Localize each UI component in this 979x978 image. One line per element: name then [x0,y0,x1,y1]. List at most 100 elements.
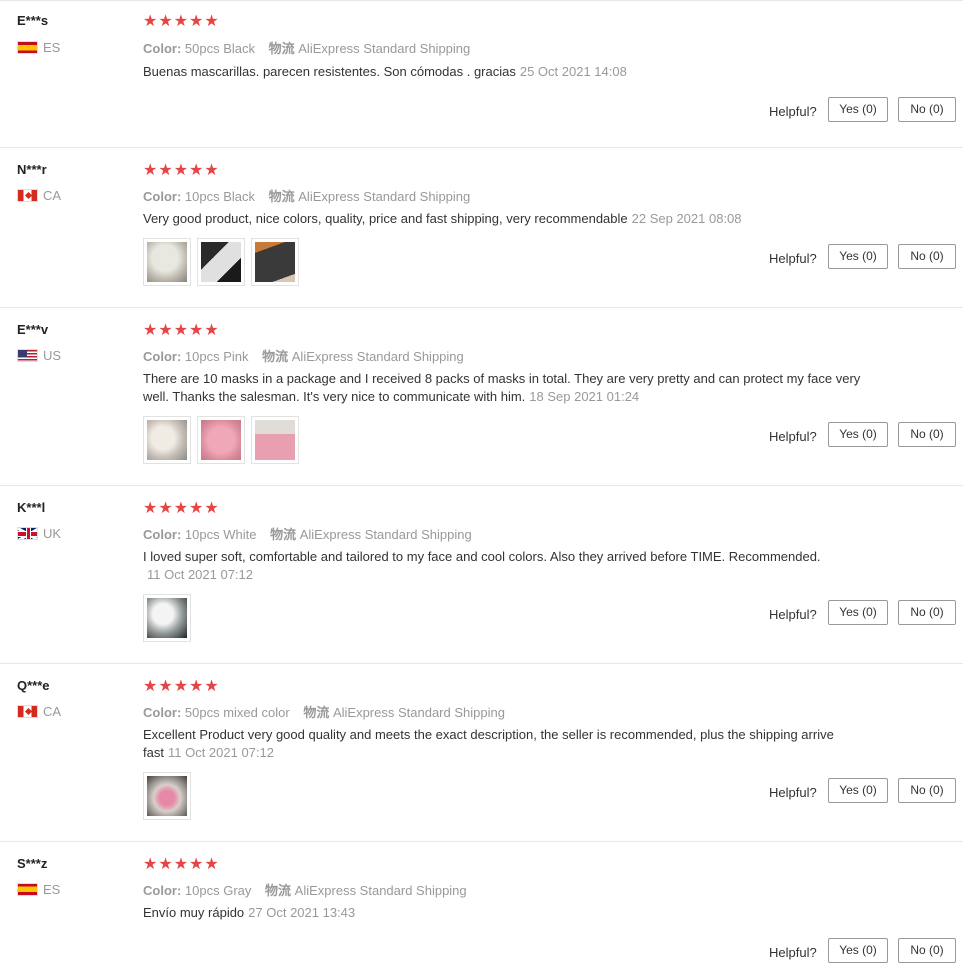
ca-flag-icon [17,705,38,718]
review-meta: Color: 10pcs Gray 物流 AliExpress Standard… [143,880,467,899]
reviewer-name: E***s [17,13,49,28]
ca-flag-icon [17,189,38,202]
review-photo[interactable] [251,238,299,286]
helpful-yes-button[interactable]: Yes (0) [828,422,888,447]
review-body: Buenas mascarillas. parecen resistentes.… [143,64,516,79]
reviewer-country: UK [17,526,61,541]
star-rating: ★★★★★ [143,13,220,30]
review-text: Envío muy rápido 27 Oct 2021 13:43 [143,904,863,922]
star-rating: ★★★★★ [143,856,220,873]
helpful-no-button[interactable]: No (0) [898,97,956,122]
reviewer-country: CA [17,188,61,203]
review-item: S***z ES ★★★★★ Color: 10pcs Gray 物流 AliE… [0,841,963,978]
review-date: 22 Sep 2021 08:08 [631,211,742,226]
star-rating: ★★★★★ [143,500,220,517]
review-body: Envío muy rápido [143,905,245,920]
country-code: ES [43,882,61,897]
star-rating: ★★★★★ [143,162,220,179]
review-body: There are 10 masks in a package and I re… [143,371,861,404]
helpful-yes-button[interactable]: Yes (0) [828,938,888,963]
helpful-label: Helpful? [769,607,817,622]
reviewer-country: ES [17,40,60,55]
us-flag-icon [17,349,38,362]
helpful-label: Helpful? [769,104,817,119]
helpful-label: Helpful? [769,785,817,800]
review-body: I loved super soft, comfortable and tail… [143,549,821,564]
review-meta: Color: 50pcs mixed color 物流 AliExpress S… [143,702,505,721]
reviewer-country: ES [17,882,60,897]
review-text: There are 10 masks in a package and I re… [143,370,861,406]
color-label: Color: [143,527,182,542]
review-photo[interactable] [143,594,191,642]
color-value: 10pcs Black [184,189,255,204]
review-meta: Color: 10pcs Black 物流 AliExpress Standar… [143,186,470,205]
review-photo[interactable] [251,416,299,464]
review-text: Buenas mascarillas. parecen resistentes.… [143,63,863,81]
review-photos [143,238,305,286]
helpful-no-button[interactable]: No (0) [898,600,956,625]
review-item: Q***e CA ★★★★★ Color: 50pcs mixed color … [0,663,963,842]
shipping-value: AliExpress Standard Shipping [332,705,505,720]
helpful-yes-button[interactable]: Yes (0) [828,600,888,625]
review-text: I loved super soft, comfortable and tail… [143,548,863,584]
review-item: K***l UK ★★★★★ Color: 10pcs White 物流 Ali… [0,485,963,664]
review-date: 25 Oct 2021 14:08 [519,64,627,79]
review-photos [143,416,305,464]
helpful-label: Helpful? [769,429,817,444]
country-code: ES [43,40,61,55]
reviewer-name: N***r [17,162,47,177]
color-value: 10pcs Pink [184,349,249,364]
shipping-value: AliExpress Standard Shipping [299,527,472,542]
helpful-yes-button[interactable]: Yes (0) [828,778,888,803]
reviewer-name: K***l [17,500,46,515]
review-date: 11 Oct 2021 07:12 [167,745,274,760]
review-photo[interactable] [197,416,245,464]
review-photo[interactable] [143,238,191,286]
review-photo[interactable] [197,238,245,286]
color-value: 10pcs White [184,527,257,542]
review-meta: Color: 10pcs Pink 物流 AliExpress Standard… [143,346,464,365]
helpful-no-button[interactable]: No (0) [898,422,956,447]
review-text: Excellent Product very good quality and … [143,726,843,762]
review-item: E***v US ★★★★★ Color: 10pcs Pink 物流 AliE… [0,307,963,486]
shipping-value: AliExpress Standard Shipping [294,883,467,898]
uk-flag-icon [17,527,38,540]
star-rating: ★★★★★ [143,678,220,695]
color-label: Color: [143,883,182,898]
helpful-no-button[interactable]: No (0) [898,938,956,963]
helpful-yes-button[interactable]: Yes (0) [828,97,888,122]
review-item: E***s ES ★★★★★ Color: 50pcs Black 物流 Ali… [0,0,963,148]
reviewer-country: US [17,348,61,363]
review-date: 27 Oct 2021 13:43 [248,905,356,920]
review-meta: Color: 10pcs White 物流 AliExpress Standar… [143,524,472,543]
es-flag-icon [17,883,38,896]
color-value: 50pcs mixed color [184,705,290,720]
reviewer-name: Q***e [17,678,50,693]
shipping-label: 物流 [303,705,330,720]
shipping-label: 物流 [265,883,292,898]
country-code: CA [43,188,62,203]
shipping-label: 物流 [262,349,289,364]
shipping-label: 物流 [268,41,295,56]
es-flag-icon [17,41,38,54]
country-code: US [43,348,62,363]
review-photos [143,594,197,642]
shipping-value: AliExpress Standard Shipping [298,41,471,56]
shipping-value: AliExpress Standard Shipping [298,189,471,204]
helpful-no-button[interactable]: No (0) [898,244,956,269]
helpful-label: Helpful? [769,251,817,266]
star-rating: ★★★★★ [143,322,220,339]
reviewer-name: E***v [17,322,49,337]
country-code: UK [43,526,62,541]
review-photos [143,772,197,820]
color-value: 50pcs Black [184,41,255,56]
shipping-value: AliExpress Standard Shipping [291,349,464,364]
color-label: Color: [143,705,182,720]
review-photo[interactable] [143,772,191,820]
helpful-no-button[interactable]: No (0) [898,778,956,803]
shipping-label: 物流 [268,189,295,204]
review-photo[interactable] [143,416,191,464]
helpful-yes-button[interactable]: Yes (0) [828,244,888,269]
review-date: 18 Sep 2021 01:24 [529,389,640,404]
review-body: Very good product, nice colors, quality,… [143,211,628,226]
